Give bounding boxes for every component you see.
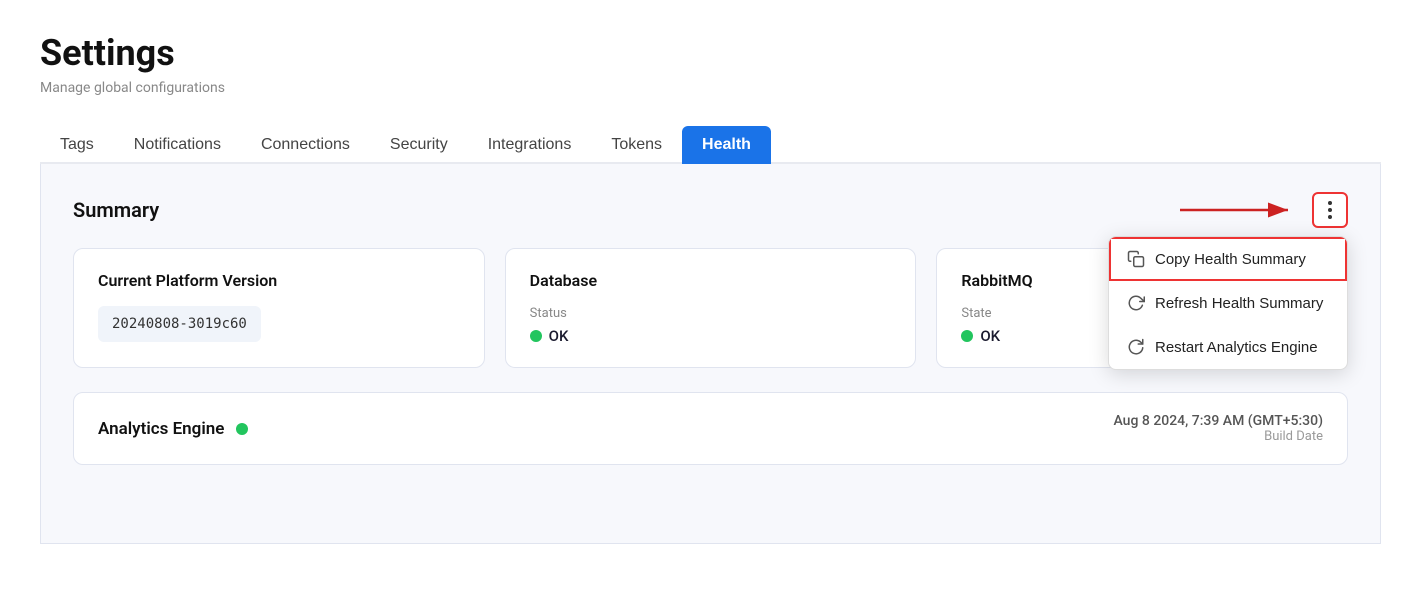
database-card: Database Status OK [505, 248, 917, 368]
tab-tags[interactable]: Tags [40, 126, 114, 164]
copy-icon [1127, 250, 1145, 268]
database-status-dot [530, 330, 542, 342]
copy-health-summary-button[interactable]: Copy Health Summary [1109, 237, 1347, 281]
refresh-health-summary-button[interactable]: Refresh Health Summary [1109, 281, 1347, 325]
tab-connections[interactable]: Connections [241, 126, 370, 164]
database-status-row: OK [530, 327, 892, 345]
page-subtitle: Manage global configurations [40, 80, 1381, 96]
kebab-btn-wrapper: Copy Health Summary Refresh Health Summa… [1312, 192, 1348, 228]
platform-version-card: Current Platform Version 20240808-3019c6… [73, 248, 485, 368]
restart-analytics-label: Restart Analytics Engine [1155, 339, 1318, 356]
analytics-engine-title: Analytics Engine [98, 419, 224, 439]
analytics-right: Aug 8 2024, 7:39 AM (GMT+5:30) Build Dat… [1113, 413, 1323, 444]
tab-security[interactable]: Security [370, 126, 468, 164]
database-status-label: Status [530, 306, 892, 321]
database-title: Database [530, 271, 892, 290]
refresh-health-label: Refresh Health Summary [1155, 295, 1323, 312]
restart-analytics-engine-button[interactable]: Restart Analytics Engine [1109, 325, 1347, 369]
three-dots-icon [1328, 201, 1332, 219]
tab-notifications[interactable]: Notifications [114, 126, 241, 164]
tab-health[interactable]: Health [682, 126, 771, 164]
arrow-annotation [1180, 195, 1300, 225]
copy-health-label: Copy Health Summary [1155, 251, 1306, 268]
restart-icon [1127, 338, 1145, 356]
version-value: 20240808-3019c60 [98, 306, 261, 342]
summary-header: Summary [73, 192, 1348, 228]
kebab-menu-button[interactable] [1312, 192, 1348, 228]
rabbitmq-status-value: OK [980, 327, 1000, 345]
refresh-icon [1127, 294, 1145, 312]
content-area: Summary [40, 164, 1381, 544]
kebab-arrow-wrapper: Copy Health Summary Refresh Health Summa… [1180, 192, 1348, 228]
database-status-value: OK [549, 327, 569, 345]
tab-tokens[interactable]: Tokens [591, 126, 682, 164]
analytics-left: Analytics Engine [98, 419, 248, 439]
page-title: Settings [40, 32, 1381, 74]
analytics-engine-bar: Analytics Engine Aug 8 2024, 7:39 AM (GM… [73, 392, 1348, 465]
tab-integrations[interactable]: Integrations [468, 126, 592, 164]
analytics-build-date: Aug 8 2024, 7:39 AM (GMT+5:30) [1113, 413, 1323, 429]
analytics-date-label: Build Date [1113, 429, 1323, 444]
dropdown-menu: Copy Health Summary Refresh Health Summa… [1108, 236, 1348, 370]
tabs-bar: Tags Notifications Connections Security … [40, 124, 1381, 164]
summary-title: Summary [73, 198, 159, 222]
analytics-status-dot [236, 423, 248, 435]
platform-version-title: Current Platform Version [98, 271, 460, 290]
rabbitmq-status-dot [961, 330, 973, 342]
